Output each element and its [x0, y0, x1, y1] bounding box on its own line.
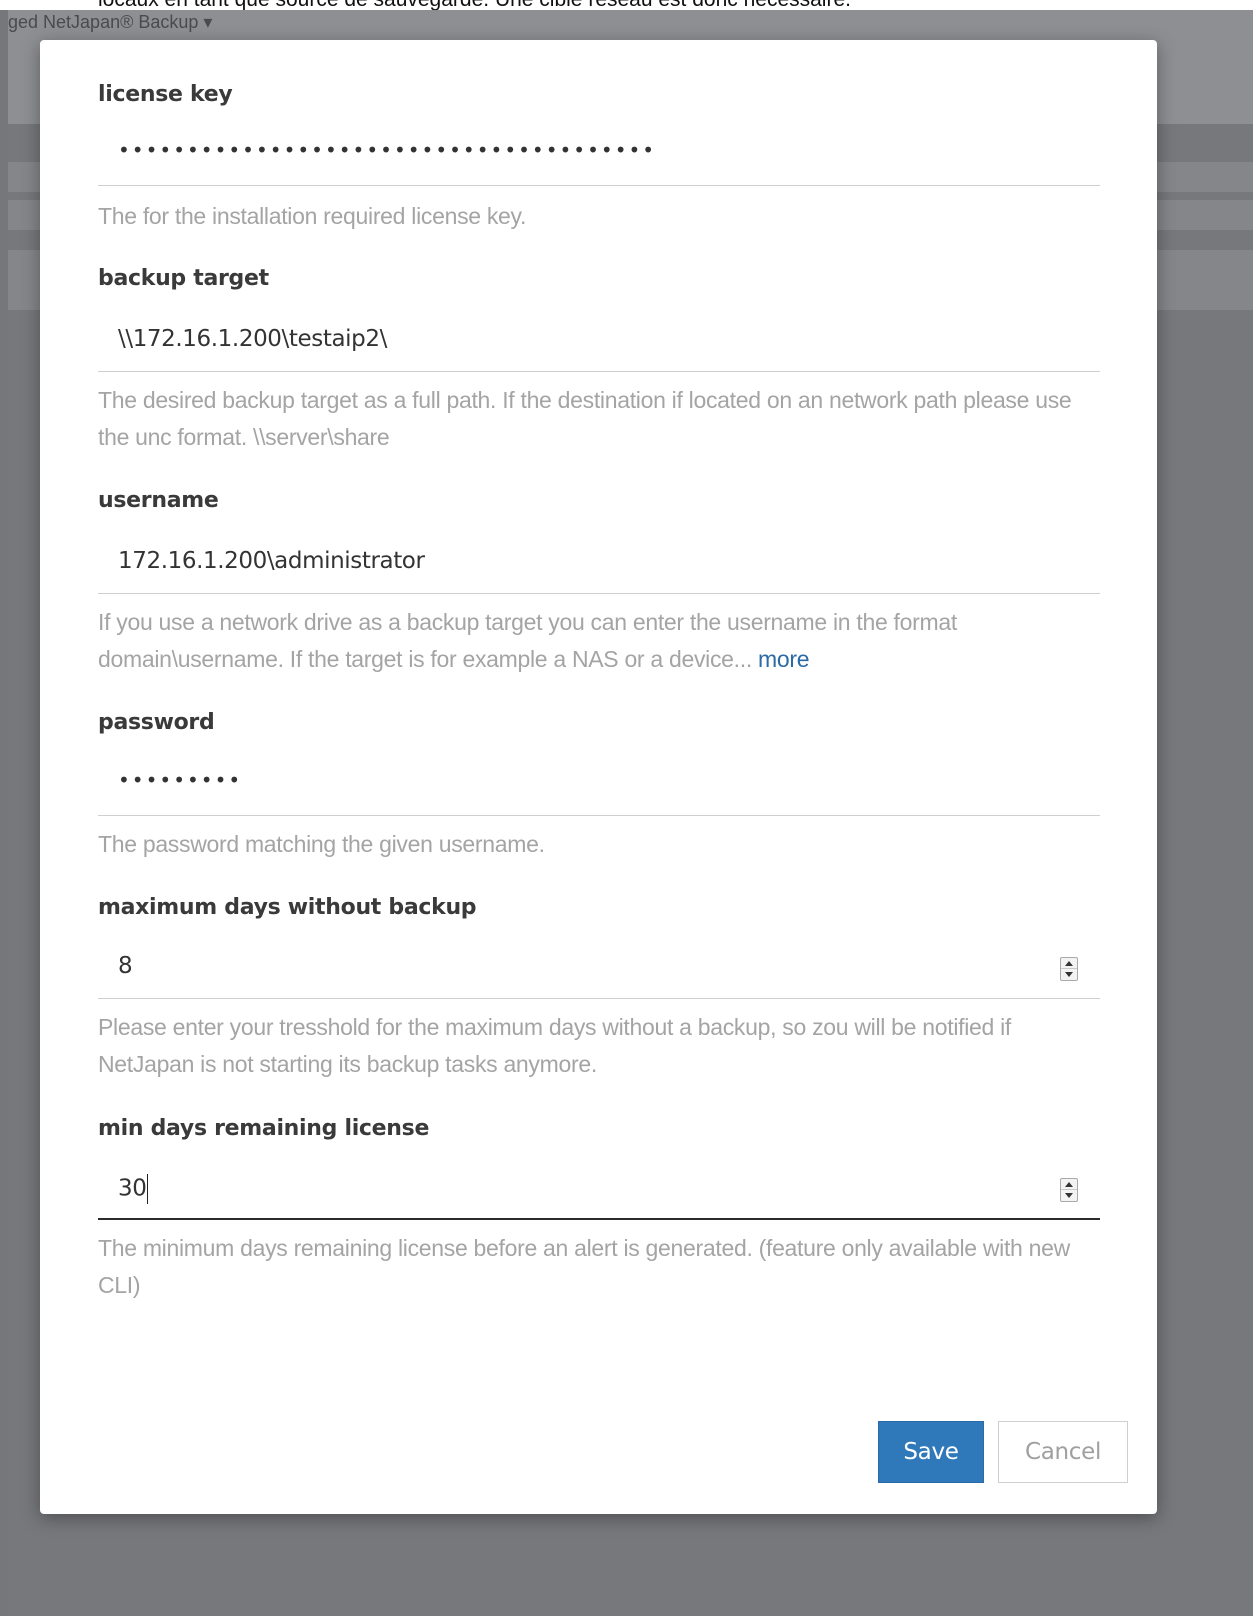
page-caption-strip: locaux en tant que source de sauvegarde.… — [0, 0, 1253, 10]
max-days-label: maximum days without backup — [98, 895, 477, 920]
min-days-license-input[interactable]: 30 — [98, 1160, 1100, 1220]
page-caption: locaux en tant que source de sauvegarde.… — [98, 0, 851, 10]
min-days-license-label: min days remaining license — [98, 1116, 430, 1141]
backup-target-help: The desired backup target as a full path… — [98, 387, 1072, 450]
min-days-license-value: 30 — [118, 1174, 149, 1204]
license-key-value: ••••••••••••••••••••••••••••••••••••••• — [118, 138, 657, 162]
min-days-license-help: The minimum days remaining license befor… — [98, 1235, 1070, 1298]
license-key-help: The for the installation required licens… — [98, 203, 527, 229]
backup-target-input[interactable]: \\172.16.1.200\testaip2\ — [98, 312, 1100, 372]
license-key-label: license key — [98, 82, 233, 107]
backup-target-value: \\172.16.1.200\testaip2\ — [118, 326, 387, 352]
username-help: If you use a network drive as a backup t… — [98, 604, 1108, 678]
settings-dialog: license key ••••••••••••••••••••••••••••… — [40, 40, 1157, 1514]
min-days-license-stepper[interactable] — [1060, 1178, 1078, 1202]
stepper-up-icon[interactable] — [1061, 1179, 1077, 1190]
min-days-license-field: min days remaining license 30 The minimu… — [98, 1116, 1100, 1298]
license-key-field: license key ••••••••••••••••••••••••••••… — [98, 82, 1100, 229]
cancel-button[interactable]: Cancel — [998, 1421, 1128, 1483]
backup-target-field: backup target \\172.16.1.200\testaip2\ T… — [98, 266, 1100, 450]
more-link[interactable]: more — [758, 646, 810, 672]
password-input[interactable]: ••••••••• — [98, 756, 1100, 816]
stepper-up-icon[interactable] — [1061, 958, 1077, 969]
username-value: 172.16.1.200\administrator — [118, 548, 425, 574]
username-field: username 172.16.1.200\administrator If y… — [98, 488, 1100, 672]
background-breadcrumb: ged NetJapan® Backup ▾ — [8, 12, 213, 32]
backup-target-label: backup target — [98, 266, 269, 291]
password-value: ••••••••• — [118, 768, 243, 792]
username-help-text: If you use a network drive as a backup t… — [98, 609, 957, 672]
max-days-field: maximum days without backup 8 Please ent… — [98, 895, 1100, 1077]
max-days-value: 8 — [118, 953, 133, 979]
max-days-help: Please enter your tresshold for the maxi… — [98, 1014, 1012, 1077]
username-label: username — [98, 488, 219, 513]
username-input[interactable]: 172.16.1.200\administrator — [98, 534, 1100, 594]
password-label: password — [98, 710, 215, 735]
password-field: password ••••••••• The password matching… — [98, 710, 1100, 857]
license-key-input[interactable]: ••••••••••••••••••••••••••••••••••••••• — [98, 126, 1100, 186]
password-help: The password matching the given username… — [98, 831, 545, 857]
stepper-down-icon[interactable] — [1061, 969, 1077, 980]
min-days-license-text: 30 — [118, 1175, 147, 1202]
save-button[interactable]: Save — [878, 1421, 984, 1483]
max-days-stepper[interactable] — [1060, 957, 1078, 981]
text-caret — [147, 1174, 149, 1204]
max-days-input[interactable]: 8 — [98, 939, 1100, 999]
stepper-down-icon[interactable] — [1061, 1190, 1077, 1201]
